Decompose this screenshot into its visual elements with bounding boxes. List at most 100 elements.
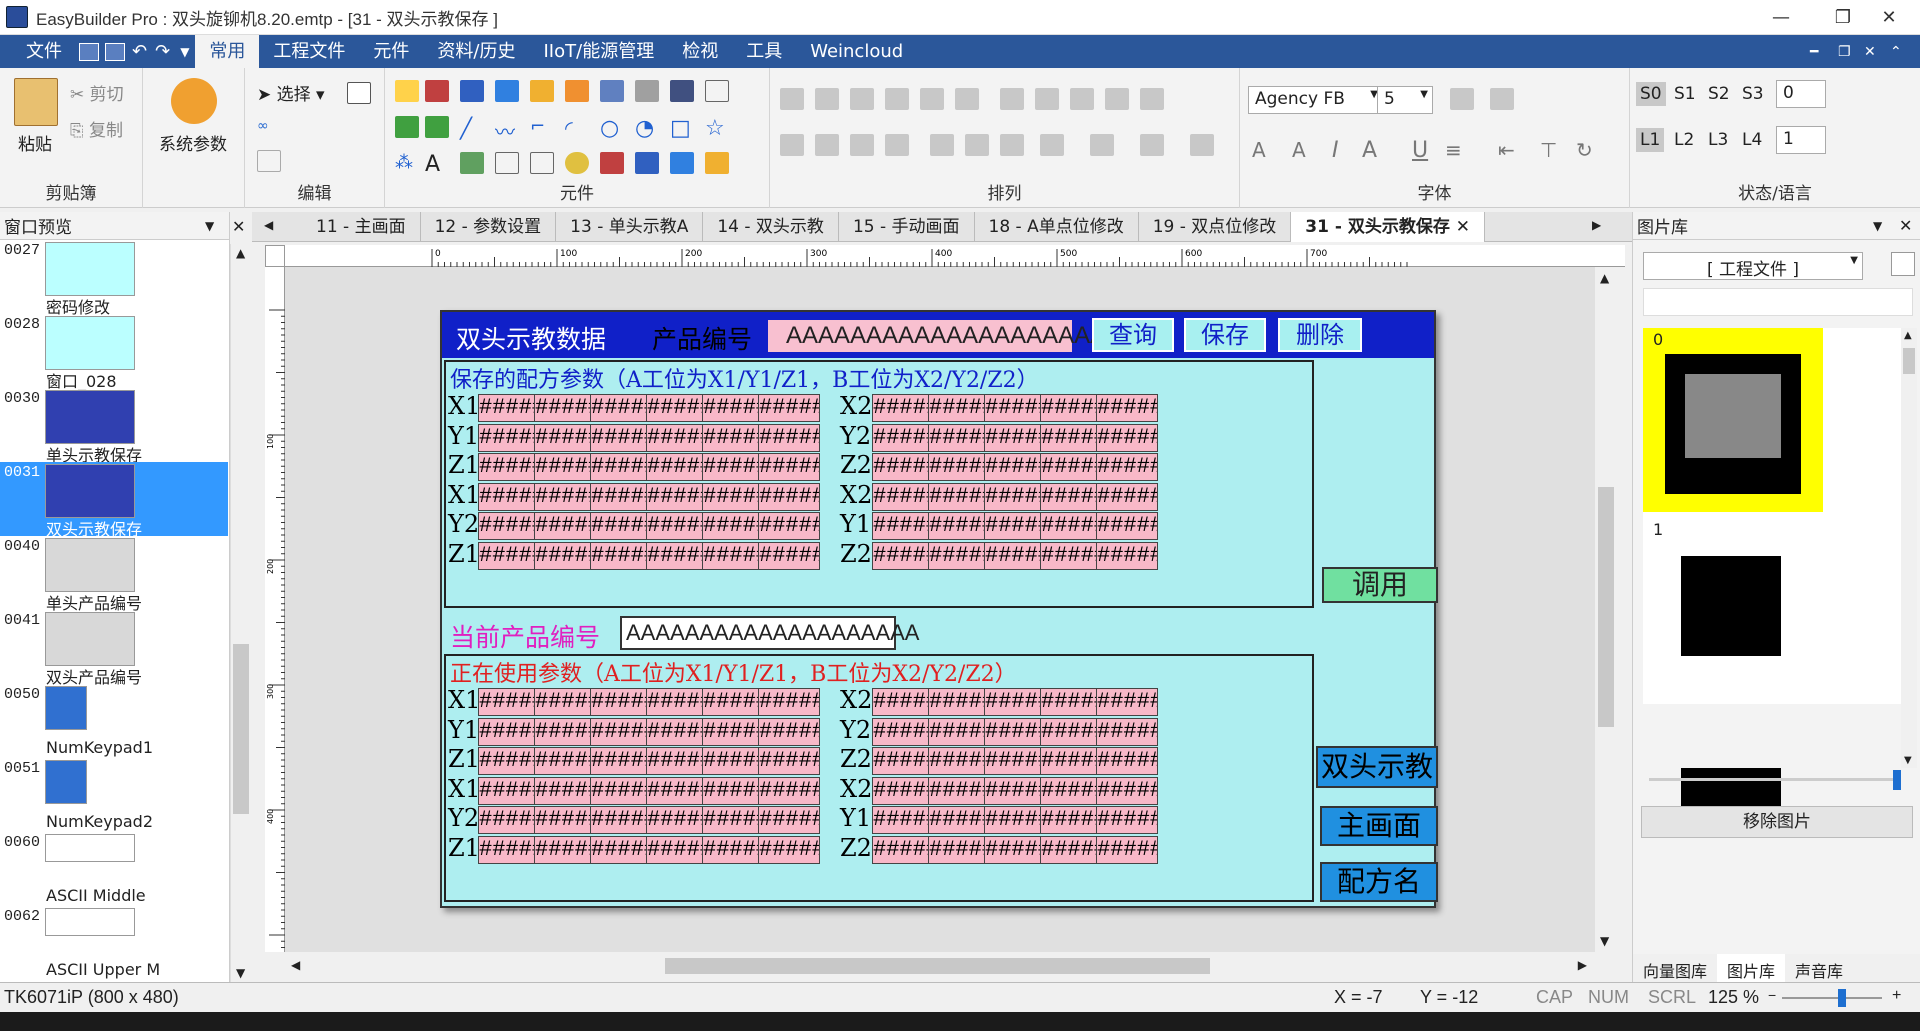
param-value-field[interactable]: ##### <box>1096 423 1158 452</box>
state-value-spinner[interactable]: 0 <box>1776 80 1826 108</box>
tab-vector-library[interactable]: 向量图库 <box>1633 954 1717 982</box>
param-value-field[interactable]: ##### <box>702 453 764 481</box>
param-value-field[interactable]: ##### <box>646 512 708 540</box>
remove-picture-button[interactable]: 移除图片 <box>1641 806 1913 838</box>
italic-icon[interactable]: I <box>1332 138 1339 163</box>
canvas-vertical-scrollbar[interactable]: ▲ ▼ <box>1595 267 1617 952</box>
param-value-field[interactable]: ##### <box>1040 806 1102 834</box>
lamp-icon[interactable] <box>565 152 589 174</box>
left-panel-close-icon[interactable]: ✕ <box>232 217 245 236</box>
param-value-field[interactable]: ##### <box>590 453 652 481</box>
query-button[interactable]: 查询 <box>1092 318 1174 352</box>
param-value-field[interactable]: ##### <box>1096 806 1158 834</box>
group-icon[interactable] <box>257 150 281 172</box>
library-filter-input[interactable] <box>1643 288 1913 316</box>
font-grow-icon[interactable]: A <box>1252 138 1266 162</box>
param-value-field[interactable]: ##### <box>984 717 1046 746</box>
param-value-field[interactable]: ##### <box>702 688 764 716</box>
bit-lamp-icon[interactable] <box>395 80 419 102</box>
slider-icon[interactable] <box>670 80 694 102</box>
param-value-field[interactable]: ##### <box>534 423 596 452</box>
window-list-item[interactable]: 0050 NumKeypad1 <box>0 684 228 758</box>
indent-icon[interactable]: ⇤ <box>1498 138 1515 162</box>
cut-button[interactable]: ✂ 剪切 <box>70 80 124 105</box>
param-value-field[interactable]: ##### <box>646 482 708 511</box>
param-value-field[interactable]: ##### <box>1096 453 1158 481</box>
tab-close-icon[interactable]: ✕ <box>1450 217 1470 237</box>
param-value-field[interactable]: ##### <box>1096 717 1158 746</box>
pie-icon[interactable]: ◔ <box>635 116 659 141</box>
system-parameters-icon[interactable] <box>171 78 217 124</box>
menu-home[interactable]: 常用 <box>195 35 260 68</box>
language-l3-button[interactable]: L3 <box>1704 128 1732 152</box>
language-l4-button[interactable]: L4 <box>1738 128 1766 152</box>
tab-scroll-right-icon[interactable]: ▶ <box>1592 218 1601 232</box>
param-value-field[interactable]: ##### <box>646 394 708 422</box>
param-value-field[interactable]: ##### <box>478 717 540 746</box>
ribbon-restore-icon[interactable]: ❐ <box>1838 44 1851 60</box>
nudge-icon[interactable] <box>1190 134 1214 156</box>
param-value-field[interactable]: ##### <box>590 394 652 422</box>
scroll-up-icon[interactable]: ▲ <box>1600 271 1609 285</box>
bring-front-icon[interactable] <box>1090 134 1114 156</box>
param-value-field[interactable]: ##### <box>590 423 652 452</box>
param-value-field[interactable]: ##### <box>984 688 1046 716</box>
numeric-input-icon[interactable] <box>495 80 519 102</box>
tab-scroll-left-icon[interactable]: ◀ <box>264 218 273 232</box>
tab-window[interactable]: 19 - 双点位修改 <box>1139 212 1292 242</box>
param-value-field[interactable]: ##### <box>478 806 540 834</box>
param-value-field[interactable]: ##### <box>758 541 820 570</box>
circle-icon[interactable]: ○ <box>600 116 624 141</box>
param-value-field[interactable]: ##### <box>478 512 540 540</box>
hmi-window-31[interactable]: 双头示教数据 产品编号 AAAAAAAAAAAAAAAAAAAA 查询 保存 删… <box>440 310 1438 908</box>
slider-thumb[interactable] <box>1893 770 1901 790</box>
frame-icon[interactable] <box>495 152 519 174</box>
zoom-in-icon[interactable]: + <box>1892 987 1901 1005</box>
zoom-out-icon[interactable]: − <box>1768 987 1776 1003</box>
param-value-field[interactable]: ##### <box>928 512 990 540</box>
tab-window[interactable]: 15 - 手动画面 <box>839 212 975 242</box>
param-value-field[interactable]: ##### <box>646 541 708 570</box>
table-icon[interactable] <box>705 80 729 102</box>
select-button[interactable]: ➤ 选择 ▾ <box>257 80 325 105</box>
param-value-field[interactable]: ##### <box>590 541 652 570</box>
eraser-icon[interactable] <box>885 134 909 156</box>
param-value-field[interactable]: ##### <box>702 512 764 540</box>
save-button[interactable]: 保存 <box>1184 318 1266 352</box>
group-objects-icon[interactable] <box>930 134 954 156</box>
param-value-field[interactable]: ##### <box>646 688 708 716</box>
param-value-field[interactable]: ##### <box>590 688 652 716</box>
param-value-field[interactable]: ##### <box>758 482 820 511</box>
param-value-field[interactable]: ##### <box>702 541 764 570</box>
ribbon-minimize-icon[interactable]: ━ <box>1810 44 1818 60</box>
param-value-field[interactable]: ##### <box>478 747 540 775</box>
ribbon-collapse-icon[interactable]: ⌃ <box>1890 44 1902 60</box>
window-list-item[interactable]: 0041 双头产品编号 <box>0 610 228 687</box>
param-value-field[interactable]: ##### <box>1096 541 1158 570</box>
param-value-field[interactable]: ##### <box>1040 423 1102 452</box>
menu-objects[interactable]: 元件 <box>359 35 423 68</box>
text-icon[interactable]: A <box>425 152 449 177</box>
param-value-field[interactable]: ##### <box>1040 512 1102 540</box>
param-value-field[interactable]: ##### <box>758 717 820 746</box>
tab-window[interactable]: 18 - A单点位修改 <box>975 212 1139 242</box>
paste-icon[interactable] <box>14 78 58 126</box>
param-value-field[interactable]: ##### <box>984 512 1046 540</box>
window-list-item[interactable]: 0060 ASCII Middle <box>0 832 228 906</box>
param-value-field[interactable]: ##### <box>590 776 652 805</box>
param-value-field[interactable]: ##### <box>702 482 764 511</box>
param-value-field[interactable]: ##### <box>646 747 708 775</box>
param-value-field[interactable]: ##### <box>928 688 990 716</box>
zoom-slider[interactable] <box>1782 989 1882 1007</box>
scroll-down-icon[interactable]: ▼ <box>1600 934 1609 948</box>
param-value-field[interactable]: ##### <box>984 482 1046 511</box>
param-value-field[interactable]: ##### <box>478 776 540 805</box>
param-value-field[interactable]: ##### <box>534 541 596 570</box>
param-value-field[interactable]: ##### <box>1096 394 1158 422</box>
param-value-field[interactable]: ##### <box>758 806 820 834</box>
tab-window[interactable]: 31 - 双头示教保存 ✕ <box>1291 212 1486 242</box>
align-middle-icon[interactable] <box>920 88 944 110</box>
param-value-field[interactable]: ##### <box>478 453 540 481</box>
param-value-field[interactable]: ##### <box>1040 717 1102 746</box>
align-center-icon[interactable] <box>815 88 839 110</box>
